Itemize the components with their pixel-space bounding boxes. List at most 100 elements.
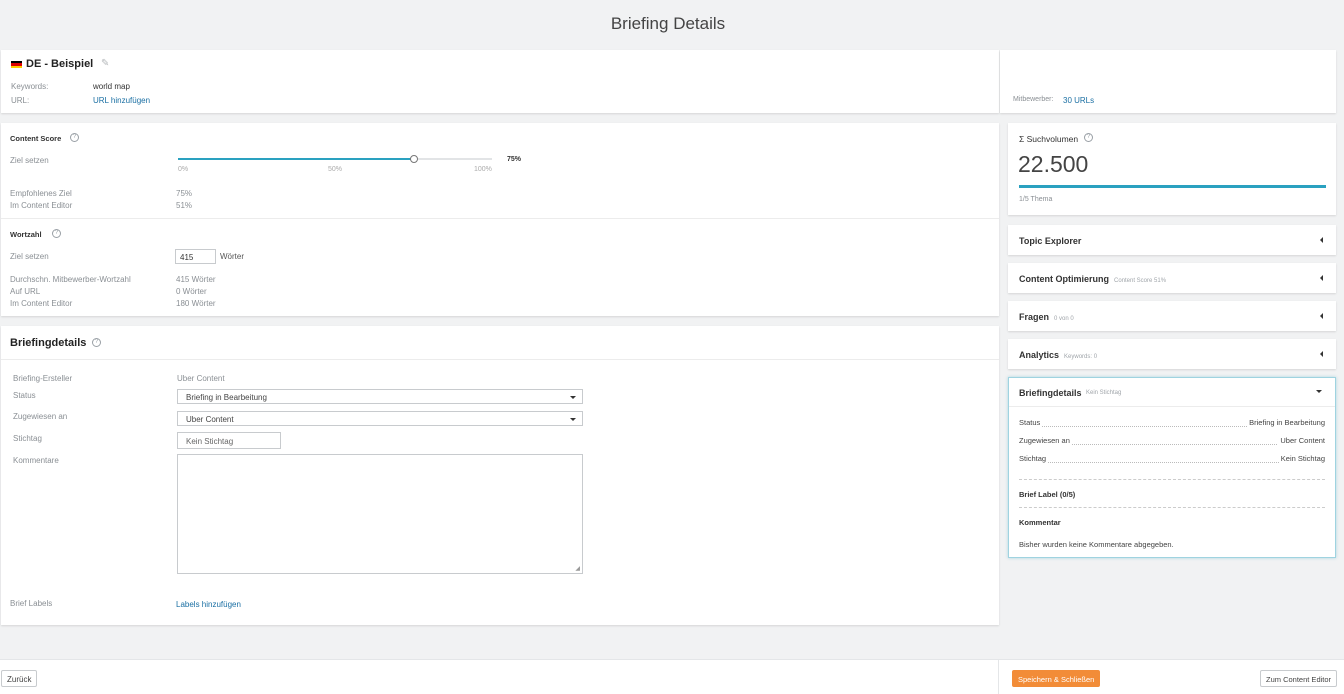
competitors-link[interactable]: 30 URLs <box>1063 96 1094 105</box>
word-goal-input-value: 415 <box>180 253 194 262</box>
search-volume-card: Σ Suchvolumen ? 22.500 1/5 Thema <box>1008 123 1336 215</box>
analytics-panel[interactable]: Analytics Keywords: 0 <box>1008 339 1336 369</box>
due-date-input[interactable]: Kein Stichtag <box>177 432 281 449</box>
due-date-placeholder: Kein Stichtag <box>186 437 234 446</box>
word-goal-label: Ziel setzen <box>10 252 49 261</box>
word-goal-input[interactable]: 415 <box>175 249 216 264</box>
score-slider-fill <box>178 158 414 160</box>
search-volume-help-icon[interactable]: ? <box>1084 133 1093 142</box>
creator-label: Briefing-Ersteller <box>13 374 73 383</box>
creator-value: Uber Content <box>177 374 225 383</box>
search-volume-title: Σ Suchvolumen <box>1019 134 1079 144</box>
add-labels-link[interactable]: Labels hinzufügen <box>176 600 241 609</box>
chevron-down-icon <box>1316 390 1322 393</box>
content-optimization-sub: Content Score 51% <box>1114 278 1167 284</box>
panel-due-label: Stichtag <box>1019 454 1049 463</box>
to-content-editor-button[interactable]: Zum Content Editor <box>1260 670 1338 687</box>
topic-explorer-panel[interactable]: Topic Explorer <box>1008 225 1336 255</box>
briefing-details-title: Briefingdetails <box>10 337 87 349</box>
search-volume-value: 22.500 <box>1018 151 1089 177</box>
score-slider-track[interactable] <box>178 155 492 163</box>
search-volume-topic: 1/5 Thema <box>1019 196 1053 203</box>
status-label: Status <box>13 391 36 400</box>
slider-tick-50: 50% <box>328 166 343 173</box>
footer-divider <box>998 660 999 694</box>
questions-sub: 0 von 0 <box>1054 316 1074 322</box>
save-close-button[interactable]: Speichern & Schließen <box>1012 670 1101 687</box>
word-count-title: Wortzahl <box>10 230 42 239</box>
slider-tick-0: 0% <box>178 166 189 173</box>
score-slider-handle[interactable] <box>409 155 418 163</box>
panel-assigned-value: Uber Content <box>1278 436 1325 445</box>
slider-tick-100: 100% <box>474 166 492 173</box>
briefing-panel-sub: Kein Stichtag <box>1086 390 1122 396</box>
comments-textarea[interactable]: ◢ <box>177 454 583 574</box>
panel-comments-text: Bisher wurden keine Kommentare abgegeben… <box>1019 540 1174 549</box>
assigned-select-value: Uber Content <box>186 415 234 424</box>
content-score-help-icon[interactable]: ? <box>70 133 79 142</box>
briefing-panel-title: Briefingdetails <box>1019 388 1082 398</box>
assigned-select[interactable]: Uber Content <box>177 411 583 426</box>
chevron-down-icon <box>570 396 576 399</box>
panel-status-value: Briefing in Bearbeitung <box>1247 418 1325 427</box>
score-slider-value: 75% <box>507 156 522 163</box>
assigned-label: Zugewiesen an <box>13 412 68 421</box>
competitors-card: Mitbewerber: 30 URLs <box>1000 50 1336 113</box>
recommended-goal-label: Empfohlenes Ziel <box>10 189 72 198</box>
keywords-label: Keywords: <box>11 82 49 91</box>
panel-due-value: Kein Stichtag <box>1278 454 1325 463</box>
score-goal-label: Ziel setzen <box>10 156 49 165</box>
comments-label: Kommentare <box>13 456 59 465</box>
panel-labels-title: Brief Label (0/5) <box>1019 490 1076 499</box>
due-date-label: Stichtag <box>13 434 42 443</box>
briefing-title: DE - Beispiel <box>26 58 94 70</box>
url-label: URL: <box>11 96 30 105</box>
word-count-help-icon[interactable]: ? <box>52 229 61 238</box>
back-button[interactable]: Zurück <box>1 670 38 687</box>
briefing-details-card: Briefingdetails ? Briefing-Ersteller Ube… <box>1 326 999 625</box>
chevron-left-icon <box>1320 351 1323 357</box>
editor-words-label: Im Content Editor <box>10 299 73 308</box>
search-volume-bar-fill <box>1019 185 1326 188</box>
panel-due-row: Stichtag Kein Stichtag <box>1019 454 1325 464</box>
panel-status-row: Status Briefing in Bearbeitung <box>1019 418 1325 428</box>
competitors-label: Mitbewerber: <box>1013 96 1054 103</box>
brief-labels-label: Brief Labels <box>10 599 53 608</box>
topic-explorer-title: Topic Explorer <box>1019 236 1082 246</box>
edit-pencil-icon[interactable]: ✎ <box>101 58 109 69</box>
section-divider <box>1019 479 1325 480</box>
chevron-left-icon <box>1320 313 1323 319</box>
briefing-details-panel: Briefingdetails Kein Stichtag Status Bri… <box>1008 377 1336 558</box>
briefing-panel-header[interactable]: Briefingdetails Kein Stichtag <box>1009 378 1335 407</box>
avg-competitor-words-value: 415 Wörter <box>176 275 216 284</box>
chevron-left-icon <box>1320 237 1323 243</box>
briefing-details-help-icon[interactable]: ? <box>92 338 101 347</box>
analytics-title: Analytics <box>1019 350 1060 360</box>
resize-handle-icon[interactable]: ◢ <box>575 565 580 572</box>
avg-competitor-words-label: Durchschn. Mitbewerber-Wortzahl <box>10 275 131 284</box>
section-divider <box>1 359 999 360</box>
questions-panel[interactable]: Fragen 0 von 0 <box>1008 301 1336 331</box>
url-words-value: 0 Wörter <box>176 287 207 296</box>
content-optimization-title: Content Optimierung <box>1019 274 1109 284</box>
editor-words-value: 180 Wörter <box>176 299 216 308</box>
chevron-down-icon <box>570 418 576 421</box>
page-title: Briefing Details <box>610 14 726 33</box>
recommended-goal-value: 75% <box>176 189 193 198</box>
german-flag-icon <box>11 61 22 68</box>
chevron-left-icon <box>1320 275 1323 281</box>
url-words-label: Auf URL <box>10 287 41 296</box>
score-in-editor-label: Im Content Editor <box>10 201 73 210</box>
search-volume-bar <box>1019 185 1326 188</box>
keywords-value: world map <box>93 82 130 91</box>
panel-status-label: Status <box>1019 418 1043 427</box>
word-goal-unit: Wörter <box>220 252 244 261</box>
questions-title: Fragen <box>1019 312 1050 322</box>
briefing-header-card: DE - Beispiel ✎ Keywords: world map URL:… <box>1 50 999 113</box>
panel-assigned-label: Zugewiesen an <box>1019 436 1072 445</box>
content-score-title: Content Score <box>10 134 62 143</box>
add-url-link[interactable]: URL hinzufügen <box>93 96 150 105</box>
content-optimization-panel[interactable]: Content Optimierung Content Score 51% <box>1008 263 1336 293</box>
status-select[interactable]: Briefing in Bearbeitung <box>177 389 583 404</box>
section-divider <box>1019 507 1325 508</box>
